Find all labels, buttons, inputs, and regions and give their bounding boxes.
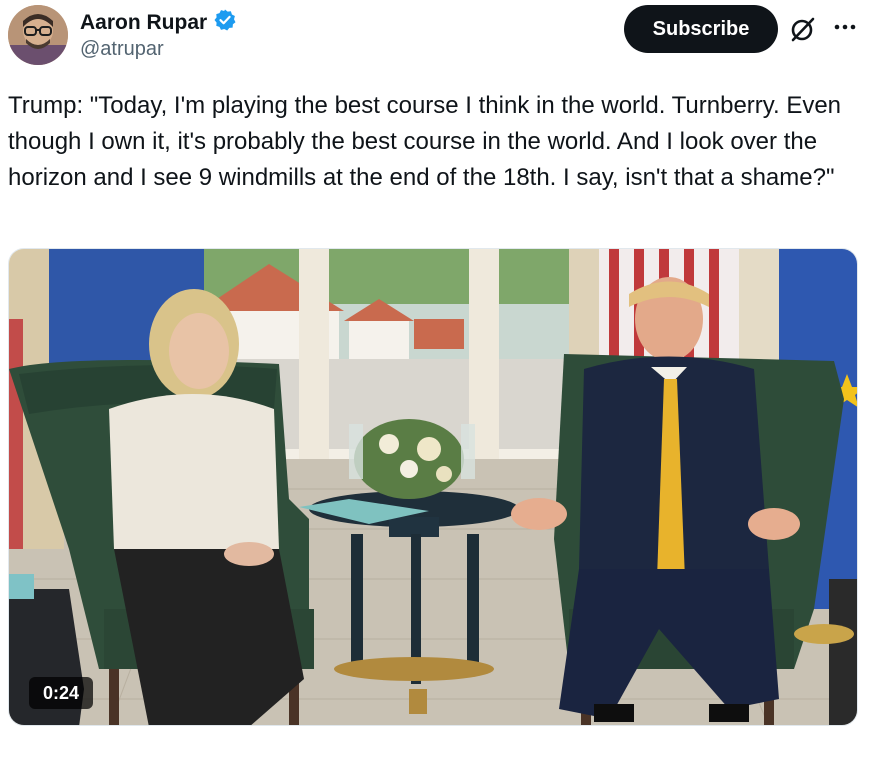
author-display-name[interactable]: Aaron Rupar: [80, 11, 207, 35]
verified-badge-icon: [213, 8, 237, 37]
video-thumbnail: [9, 249, 857, 725]
tweet-header: Aaron Rupar @atrupar Subscribe: [0, 0, 882, 80]
subscribe-button[interactable]: Subscribe: [624, 5, 778, 53]
video-duration-badge: 0:24: [29, 677, 93, 709]
avatar[interactable]: [8, 5, 68, 65]
video-player[interactable]: 0:24: [8, 248, 858, 726]
more-dots-icon[interactable]: [830, 12, 860, 42]
tweet-text: Trump: "Today, I'm playing the best cour…: [8, 92, 842, 191]
grok-slash-circle-icon[interactable]: [788, 14, 818, 44]
avatar-image: [8, 5, 68, 65]
author-handle[interactable]: @atrupar: [80, 38, 164, 61]
author-name-row: Aaron Rupar: [80, 8, 237, 37]
